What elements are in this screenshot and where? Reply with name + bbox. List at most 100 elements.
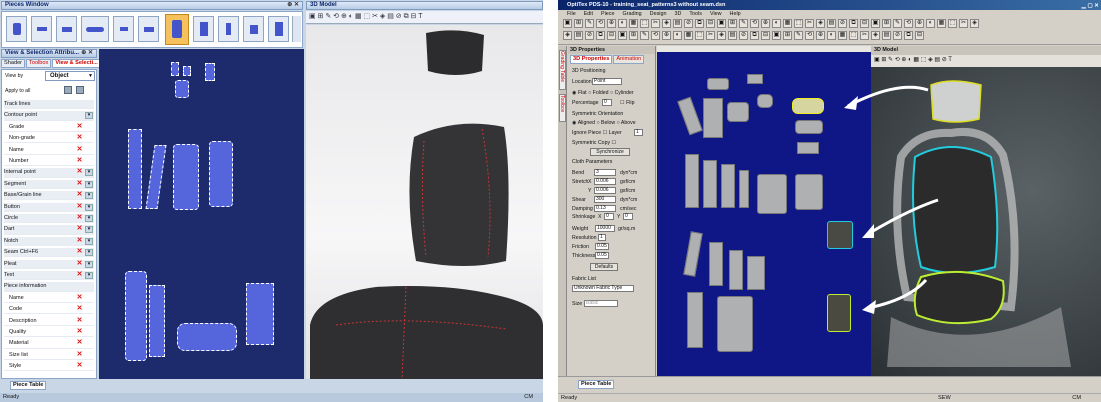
pattern-piece[interactable]	[757, 94, 773, 108]
flip-checkbox[interactable]: ☐ Flip	[620, 100, 634, 106]
hide-toggle-icon[interactable]: ✕	[76, 294, 83, 302]
piece-thumb-3[interactable]	[56, 16, 77, 42]
pattern-piece[interactable]	[707, 78, 729, 90]
attribute-row[interactable]: Text ✕ ▾	[4, 271, 94, 281]
hide-toggle-icon[interactable]: ✕	[76, 191, 83, 199]
piece-thumb-11[interactable]	[268, 16, 289, 42]
synchronize-button[interactable]: Synchronize	[590, 148, 630, 156]
friction-field[interactable]: 0.05	[595, 243, 609, 250]
pattern-piece[interactable]	[205, 63, 215, 81]
attribute-row[interactable]: Grade ✕	[4, 123, 94, 133]
tab-piece-table[interactable]: Piece Table	[10, 381, 47, 390]
piece-thumb-8[interactable]	[193, 16, 214, 42]
hide-toggle-icon[interactable]: ✕	[76, 339, 83, 347]
chevron-down-icon[interactable]: ▾	[85, 169, 93, 177]
view-by-select[interactable]: Object ▼	[45, 71, 95, 81]
hide-toggle-icon[interactable]: ✕	[76, 271, 83, 279]
tab-animation[interactable]: Animation	[613, 55, 645, 64]
pattern-piece[interactable]	[795, 120, 823, 134]
pattern-piece[interactable]	[677, 96, 703, 136]
menu-item[interactable]: View	[710, 11, 722, 17]
chevron-down-icon[interactable]: ▾	[85, 112, 93, 120]
menu-item[interactable]: Tools	[689, 11, 702, 17]
param-field[interactable]: 3	[594, 169, 616, 176]
size-select[interactable]: Basic	[584, 300, 618, 307]
fabric-select[interactable]: Unknown Fabric Type	[572, 285, 634, 292]
thickness-field[interactable]: 0.05	[595, 252, 609, 259]
pattern-piece[interactable]	[683, 231, 703, 277]
attribute-row[interactable]: Pleat ✕ ▾	[4, 259, 94, 269]
tab-view-selection[interactable]: View & Selecti...	[52, 59, 101, 68]
hide-toggle-icon[interactable]: ✕	[76, 180, 83, 188]
hide-toggle-icon[interactable]: ✕	[76, 351, 83, 359]
apply-all-eye-icon[interactable]	[64, 86, 72, 94]
attribute-row[interactable]: Notch ✕ ▾	[4, 236, 94, 247]
param-field[interactable]: 0.006	[594, 178, 616, 185]
toolbar-row-2[interactable]: ◈ ▤ ⊘ ⧉ ⊟ ▣ ⊞ ✎ ⟲ ⊕ ◐ ▦ ⬚ ✂ ◈ ▤ ⊘ ⧉ ⊟ ▣ ⊞ ✎ ⟲ ⊕ ◐ ▦ ⬚ ✂ ◈ ▤ ⊘ ⧉ ⊟	[562, 31, 1101, 43]
pattern-piece[interactable]	[209, 141, 233, 207]
tab-toolbox[interactable]: Toolbox	[559, 94, 566, 122]
attribute-row[interactable]: Code ✕	[4, 305, 94, 315]
pin-close-icon[interactable]: ⊕ ✕	[287, 2, 299, 9]
attribute-row[interactable]: Seam Ctrl+F6 ✕ ▾	[4, 248, 94, 258]
param-field[interactable]: 0.13	[594, 205, 616, 212]
attribute-row[interactable]: Non-grade ✕	[4, 134, 94, 144]
piece-thumb-10[interactable]	[243, 16, 264, 42]
pattern-piece[interactable]	[703, 98, 723, 138]
hide-toggle-icon[interactable]: ✕	[76, 214, 83, 222]
attribute-row[interactable]: Quality ✕	[4, 328, 94, 338]
attribute-row[interactable]: Circle ✕ ▾	[4, 214, 94, 224]
hide-toggle-icon[interactable]: ✕	[76, 328, 83, 336]
param-field[interactable]: 300	[594, 196, 616, 203]
attribute-row[interactable]: Track lines	[4, 100, 94, 110]
menu-item[interactable]: File	[567, 11, 576, 17]
attribute-row[interactable]: Base/Grain line ✕ ▾	[4, 191, 94, 201]
attribute-row[interactable]: Description ✕	[4, 317, 94, 326]
menu-item[interactable]: Grading	[622, 11, 641, 17]
location-select[interactable]: Point	[592, 78, 622, 85]
attribute-row[interactable]: Name ✕	[4, 146, 94, 155]
pattern-piece[interactable]	[747, 256, 765, 290]
pattern-piece[interactable]	[125, 271, 147, 361]
model-toolbar[interactable]: ▣ ⊞ ✎ ⟲ ⊕ ◐ ▦ ⬚ ◈ ▤ ⊘ T	[871, 55, 1101, 67]
attribute-row[interactable]: Name ✕	[4, 294, 94, 304]
chevron-down-icon[interactable]: ▾	[85, 237, 93, 245]
hide-toggle-icon[interactable]: ✕	[76, 168, 83, 176]
menu-item[interactable]: 3D	[674, 11, 681, 17]
attribute-row[interactable]: Segment ✕ ▾	[4, 179, 94, 190]
pattern-piece[interactable]	[747, 74, 763, 84]
attribute-row[interactable]: Button ✕ ▾	[4, 202, 94, 212]
pattern-piece[interactable]	[685, 154, 699, 208]
hide-toggle-icon[interactable]: ✕	[76, 134, 83, 142]
piece-thumb-headrest[interactable]	[6, 16, 27, 42]
hide-toggle-icon[interactable]: ✕	[76, 248, 83, 256]
shrinkage-y-field[interactable]: 0	[623, 213, 633, 220]
pattern-piece[interactable]	[175, 80, 189, 98]
piece-thumb-4[interactable]	[81, 16, 109, 42]
pattern-piece[interactable]	[173, 144, 199, 210]
pattern-piece[interactable]	[757, 174, 787, 214]
pattern-piece[interactable]	[703, 160, 717, 208]
hide-toggle-icon[interactable]: ✕	[76, 123, 83, 131]
chevron-down-icon[interactable]: ▾	[85, 260, 93, 268]
piece-thumb-6[interactable]	[138, 16, 159, 42]
chevron-down-icon[interactable]: ▾	[85, 192, 93, 200]
pattern-piece[interactable]	[797, 142, 819, 154]
tab-toolbox[interactable]: Toolbox	[26, 59, 52, 68]
pattern-piece[interactable]	[795, 174, 823, 210]
hide-toggle-icon[interactable]: ✕	[76, 225, 83, 233]
orientation-radios[interactable]: ◉ Aligned ○ Below ○ Above	[572, 120, 636, 126]
hide-toggle-icon[interactable]: ✕	[76, 237, 83, 245]
pattern-piece[interactable]	[739, 170, 749, 208]
toolbar-row-1[interactable]: ▣ ⊞ ✎ ⟲ ⊕ ◐ ▦ ⬚ ✂ ◈ ▤ ⊘ ⧉ ⊟ ▣ ⊞ ✎ ⟲ ⊕ ◐ ▦ ⬚ ✂ ◈ ▤ ⊘ ⧉ ⊟ ▣ ⊞ ✎ ⟲ ⊕ ◐ ▦ ⬚ ✂ ◈	[562, 19, 1101, 31]
tab-grading-table[interactable]: Grading Table	[559, 50, 566, 90]
flat-radio[interactable]: ◉ Flat ○ Folded ○ Cylinder	[572, 90, 634, 96]
hide-toggle-icon[interactable]: ✕	[76, 260, 83, 268]
chevron-down-icon[interactable]: ▾	[85, 226, 93, 234]
menu-item[interactable]: Help	[730, 11, 741, 17]
chevron-down-icon[interactable]: ▾	[85, 249, 93, 257]
model-viewport[interactable]	[306, 25, 543, 380]
toolbar-icons[interactable]: ▣ ⊞ ✎ ⟲ ⊕ ◐ ▦ ⬚ ✂ ◈ ▤ ⊘ ⧉ ⊟ T	[309, 13, 423, 20]
hide-toggle-icon[interactable]: ✕	[76, 157, 83, 165]
pattern-piece[interactable]	[149, 285, 165, 357]
